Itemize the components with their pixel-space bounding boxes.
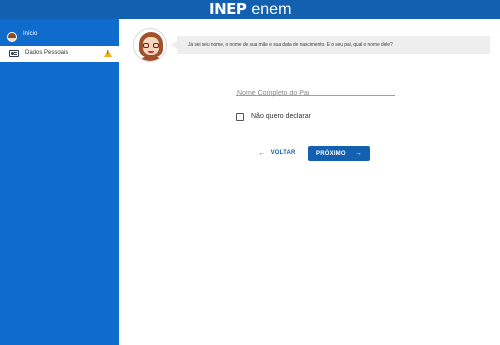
back-button[interactable]: ← VOLTAR: [256, 146, 298, 160]
no-declare-checkbox[interactable]: [236, 112, 244, 121]
logo-inep: INEP: [209, 0, 247, 18]
avatar-icon: [7, 32, 17, 42]
assistant-avatar: [133, 28, 167, 62]
top-bar: INEP enem: [0, 0, 500, 19]
inep-enem-logo: INEP enem: [209, 0, 292, 18]
assistant-message-bubble: Já sei seu nome, o nome de sua mãe e sua…: [171, 36, 490, 54]
arrow-left-icon: ←: [258, 149, 266, 157]
sidebar-item-dados-pessoais[interactable]: Dados Pessoais !: [0, 46, 119, 62]
next-button-label: PRÓXIMO: [316, 150, 346, 157]
logo-enem: enem: [251, 1, 292, 18]
no-declare-option[interactable]: Não quero declarar: [236, 112, 311, 121]
arrow-right-icon: →: [354, 150, 362, 157]
id-card-icon: [9, 50, 19, 57]
sidebar-item-label: Início: [23, 31, 38, 37]
next-button[interactable]: PRÓXIMO →: [308, 146, 370, 161]
sidebar: Início Dados Pessoais !: [0, 19, 119, 345]
sidebar-item-inicio[interactable]: Início: [0, 30, 119, 44]
assistant-message: Já sei seu nome, o nome de sua mãe e sua…: [188, 42, 393, 48]
no-declare-label: Não quero declarar: [251, 113, 311, 120]
sidebar-item-label: Dados Pessoais: [25, 50, 69, 56]
father-name-input[interactable]: [236, 87, 395, 100]
back-button-label: VOLTAR: [270, 150, 296, 156]
father-name-field: [236, 82, 395, 100]
warning-icon: !: [104, 50, 112, 57]
